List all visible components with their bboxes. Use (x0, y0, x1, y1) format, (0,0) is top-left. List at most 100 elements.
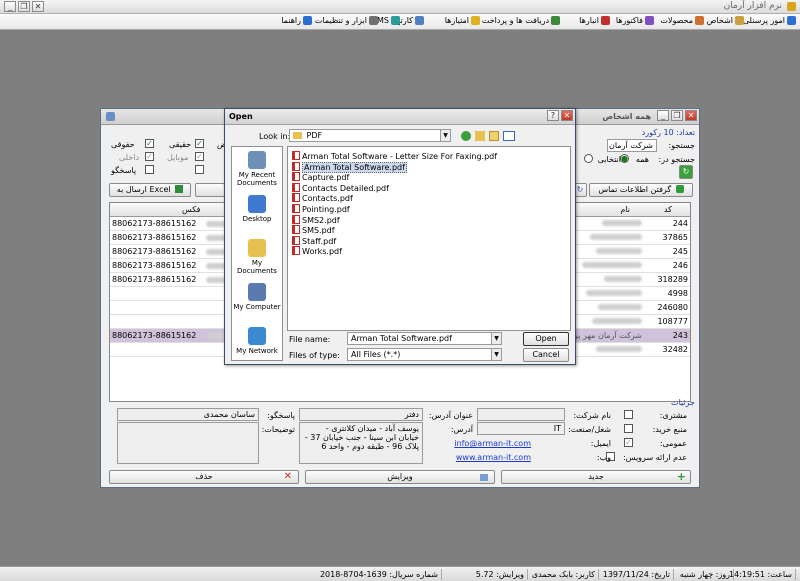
pdf-file-icon (292, 246, 300, 256)
open-button-label: Open (535, 334, 557, 343)
edit-button[interactable]: ویرایش (305, 470, 495, 484)
look-in-select[interactable]: PDF ▼ (289, 129, 451, 142)
col-name-header[interactable]: نام (620, 205, 630, 214)
cell-fax: 88062173-88615162 (112, 233, 197, 242)
check-legal[interactable]: ✓ (145, 139, 154, 148)
menu-item-0[interactable]: امور پرسنلی (743, 16, 796, 25)
file-type-label: Files of type: (289, 351, 340, 360)
menu-item-5[interactable]: دریافت ها و پرداخت ها (473, 16, 560, 25)
email-link[interactable]: info@arman-it.com (454, 439, 531, 448)
file-item[interactable]: Arman Total Software - Letter Size For F… (292, 151, 497, 161)
delete-button[interactable]: حذف ✕ (109, 470, 299, 484)
file-name: Arman Total Software.pdf (302, 161, 407, 173)
pdf-file-icon (292, 151, 300, 160)
check-internal[interactable]: ✓ (145, 152, 154, 161)
status-user: کاربر: بابک محمدی (529, 569, 599, 580)
cell-code: 246080 (657, 303, 688, 312)
excel-icon (175, 185, 184, 193)
file-name-dropdown-icon[interactable]: ▼ (491, 333, 501, 344)
place-label: My Documents (237, 259, 277, 275)
file-item[interactable]: Works.pdf (292, 246, 342, 256)
file-item[interactable]: Arman Total Software.pdf (292, 161, 407, 173)
persons-maximize-icon[interactable]: ❐ (671, 110, 683, 121)
col-code-header[interactable]: کد (648, 205, 688, 214)
file-item[interactable]: Pointing.pdf (292, 204, 350, 214)
check-partial-2[interactable] (195, 165, 204, 174)
dialog-help-icon[interactable]: ? (547, 110, 559, 121)
views-menu-icon[interactable] (503, 131, 515, 141)
file-item[interactable]: Capture.pdf (292, 172, 349, 182)
file-type-dropdown-icon[interactable]: ▼ (491, 349, 501, 360)
file-name-input[interactable]: Arman Total Software.pdf (347, 332, 502, 345)
up-folder-icon[interactable] (475, 131, 485, 141)
file-type-select[interactable]: All Files (*.*) (347, 348, 502, 361)
phone-icon (675, 185, 684, 193)
file-item[interactable]: Staff.pdf (292, 235, 336, 246)
persons-close-icon[interactable]: ✕ (685, 110, 697, 121)
supplier-label: منبع خرید: (652, 425, 687, 434)
cell-code: 246 (672, 261, 688, 270)
respondent-field[interactable]: ساسان محمدی (117, 408, 259, 421)
menu-item-6[interactable]: امتیازها (445, 16, 480, 25)
customer-check[interactable] (624, 410, 633, 419)
place-1[interactable]: Desktop (232, 195, 282, 223)
pdf-file-icon (292, 214, 300, 224)
chevron-down-icon: ▼ (440, 130, 450, 141)
cell-code: 244 (672, 219, 688, 228)
address-title-field[interactable]: دفتر (299, 408, 423, 421)
file-list[interactable]: Arman Total Software - Letter Size For F… (287, 146, 571, 331)
close-icon[interactable]: ✕ (32, 1, 44, 12)
back-icon[interactable] (461, 131, 471, 141)
place-3[interactable]: My Computer (232, 283, 282, 311)
check-real[interactable]: ✓ (195, 139, 204, 148)
respondent-label: پاسخگو: (267, 411, 295, 420)
menu-item-4[interactable]: انبارها (579, 16, 610, 25)
redacted-name (598, 304, 642, 310)
file-item[interactable]: SMS2.pdf (292, 214, 340, 225)
radio-selected[interactable] (584, 154, 593, 163)
dialog-close-icon[interactable]: ✕ (561, 110, 573, 121)
warehouse-icon (601, 16, 610, 25)
cancel-button[interactable]: Cancel (523, 348, 569, 362)
file-item[interactable]: Contacts.pdf (292, 193, 353, 203)
menu-item-3[interactable]: فاکتورها (616, 16, 654, 25)
check-mobile[interactable]: ✓ (195, 152, 204, 161)
place-label: My Recent Documents (237, 171, 277, 187)
place-2[interactable]: My Documents (232, 239, 282, 275)
file-item[interactable]: Contacts Detailed.pdf (292, 182, 389, 193)
menu-item-10[interactable]: راهنما (281, 16, 312, 25)
menu-item-1[interactable]: اشخاص (707, 16, 744, 25)
send-excel-button[interactable]: ارسال به Excel (109, 183, 191, 197)
new-button[interactable]: جدید + (501, 470, 691, 484)
public-check[interactable]: ✓ (624, 438, 633, 447)
notes-field[interactable] (117, 422, 259, 464)
supplier-check[interactable] (624, 424, 633, 433)
get-contacts-button[interactable]: گرفتن اطلاعات تماس (589, 183, 693, 197)
radio-all[interactable]: ● (620, 154, 629, 163)
menu-item-2[interactable]: محصولات (660, 16, 704, 25)
app-title: نرم افزار آرمان (723, 1, 782, 11)
pdf-file-icon (292, 172, 300, 182)
minimize-icon[interactable]: _ (4, 1, 16, 12)
file-item[interactable]: SMS.pdf (292, 225, 335, 235)
address-field[interactable]: یوسف آباد - میدان کلانتری - خیابان ابن س… (299, 422, 423, 464)
web-link[interactable]: www.arman-it.com (456, 453, 531, 462)
help-icon (303, 16, 312, 25)
job-field[interactable]: IT (477, 422, 565, 435)
persons-minimize-icon[interactable]: _ (657, 110, 669, 121)
search-in-label: جستجو در: (658, 155, 695, 164)
place-4[interactable]: My Network (232, 327, 282, 355)
search-input[interactable]: شرکت آرمان (607, 139, 657, 152)
company-field[interactable] (477, 408, 565, 421)
col-fax-header[interactable]: فکس (182, 205, 200, 214)
blank-toolbar-button[interactable] (195, 183, 225, 197)
check-respondent[interactable] (145, 165, 154, 174)
new-folder-icon[interactable] (489, 131, 499, 141)
cell-code: 32482 (662, 345, 688, 354)
place-0[interactable]: My Recent Documents (232, 151, 282, 187)
maximize-icon[interactable]: ❐ (18, 1, 30, 12)
place-label: Desktop (242, 215, 272, 223)
refresh-search-button[interactable]: ↻ (679, 165, 693, 179)
menu-item-9[interactable]: ابزار و تنظیمات (315, 16, 378, 25)
open-button[interactable]: Open (523, 332, 569, 346)
